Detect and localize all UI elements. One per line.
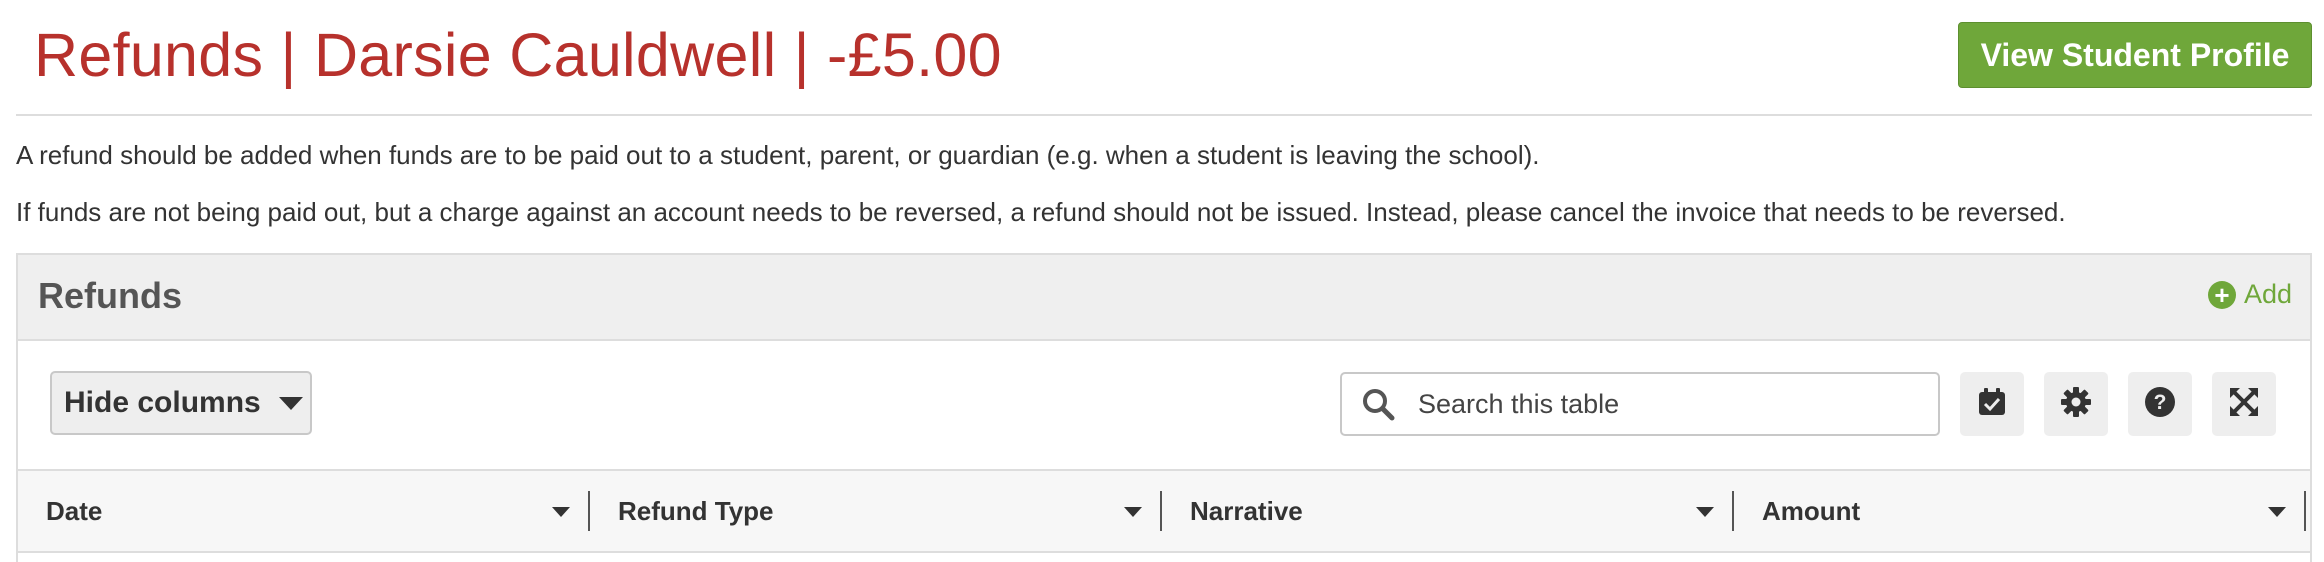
sort-dropdown-icon[interactable] [2268, 507, 2286, 517]
plus-circle-icon: + [2207, 280, 2236, 309]
refunds-panel: Refunds + Add Hide columns Search this t… [16, 253, 2312, 562]
column-header-label: Amount [1762, 495, 1861, 526]
info-text-cancel-invoice: If funds are not being paid out, but a c… [16, 197, 2066, 227]
help-icon: ? [2144, 386, 2176, 423]
panel-title: Refunds [38, 275, 182, 316]
help-button[interactable]: ? [2128, 372, 2192, 436]
svg-text:?: ? [2154, 391, 2167, 414]
column-header-date[interactable]: Date [18, 471, 590, 551]
settings-button[interactable] [2044, 372, 2108, 436]
sort-dropdown-icon[interactable] [552, 507, 570, 517]
table-header: Date Refund Type Narrative Amount [18, 471, 2310, 553]
column-header-narrative[interactable]: Narrative [1162, 471, 1734, 551]
calendar-check-icon [1977, 387, 2007, 422]
column-divider[interactable] [2304, 491, 2306, 531]
gear-icon [2060, 386, 2092, 423]
sort-dropdown-icon[interactable] [1696, 507, 1714, 517]
search-icon [1358, 384, 1398, 424]
table-toolbar: Hide columns Search this table ? [18, 341, 2310, 471]
expand-button[interactable] [2212, 372, 2276, 436]
column-header-label: Narrative [1190, 495, 1303, 526]
hide-columns-button[interactable]: Hide columns [50, 371, 312, 435]
view-student-profile-button[interactable]: View Student Profile [1958, 22, 2312, 88]
page-header: Refunds | Darsie Cauldwell | -£5.00 View… [16, 0, 2312, 116]
calendar-check-button[interactable] [1960, 372, 2024, 436]
search-input[interactable] [1416, 387, 1920, 421]
column-header-label: Refund Type [618, 495, 774, 526]
column-header-refund-type[interactable]: Refund Type [590, 471, 1162, 551]
page-title: Refunds | Darsie Cauldwell | -£5.00 [34, 21, 1002, 89]
info-text-refund-usage: A refund should be added when funds are … [16, 140, 1540, 170]
page: Refunds | Darsie Cauldwell | -£5.00 View… [0, 0, 2324, 562]
panel-heading: Refunds + Add [18, 255, 2310, 341]
search-box [1340, 372, 1940, 436]
add-label: Add [2243, 279, 2292, 309]
add-refund-link[interactable]: + Add [2207, 279, 2292, 310]
expand-icon [2228, 386, 2260, 423]
column-header-label: Date [46, 495, 103, 526]
hide-columns-label: Hide columns [64, 386, 261, 419]
column-header-amount[interactable]: Amount [1734, 471, 2306, 551]
chevron-down-icon [278, 396, 303, 410]
sort-dropdown-icon[interactable] [1124, 507, 1142, 517]
